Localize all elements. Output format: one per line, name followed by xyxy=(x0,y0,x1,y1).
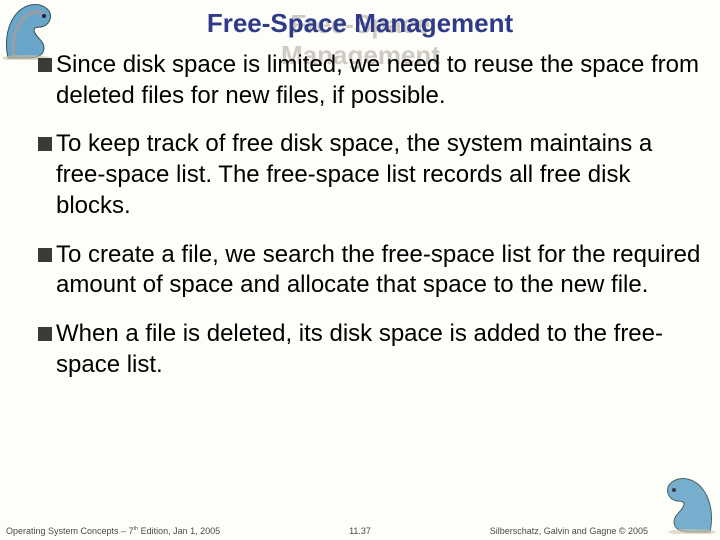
slide-title: Free-Space Management Free-Space Managem… xyxy=(0,8,720,39)
bullet-item: To keep track of free disk space, the sy… xyxy=(38,129,708,221)
footer-page-number: 11.37 xyxy=(349,526,371,536)
bullet-text: When a file is deleted, its disk space i… xyxy=(56,319,708,380)
bullet-item: When a file is deleted, its disk space i… xyxy=(38,319,708,380)
bullet-item: Since disk space is limited, we need to … xyxy=(38,50,708,111)
bullet-square-icon xyxy=(38,327,52,341)
bullet-item: To create a file, we search the free-spa… xyxy=(38,240,708,301)
bullet-square-icon xyxy=(38,137,52,151)
bullet-square-icon xyxy=(38,248,52,262)
slide-body: Since disk space is limited, we need to … xyxy=(38,50,708,516)
bullet-text: To keep track of free disk space, the sy… xyxy=(56,129,708,221)
footer-right: Silberschatz, Galvin and Gagne © 2005 xyxy=(490,526,648,536)
footer-left: Operating System Concepts – 7th Edition,… xyxy=(6,526,220,536)
dinosaur-logo-bottom-right xyxy=(648,474,718,534)
bullet-text: Since disk space is limited, we need to … xyxy=(56,50,708,111)
slide: Free-Space Management Free-Space Managem… xyxy=(0,0,720,540)
bullet-text: To create a file, we search the free-spa… xyxy=(56,240,708,301)
bullet-square-icon xyxy=(38,58,52,72)
